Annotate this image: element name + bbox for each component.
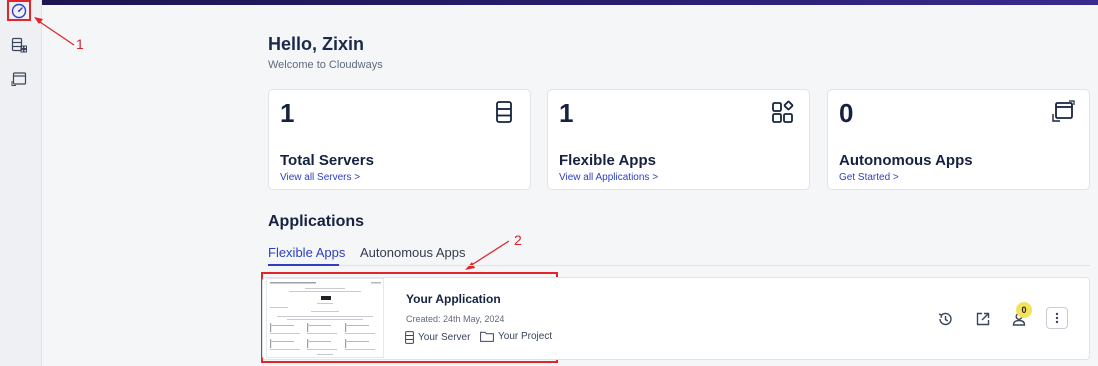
application-thumbnail[interactable] bbox=[266, 278, 384, 358]
external-link-icon bbox=[976, 312, 990, 326]
page-title: Hello, Zixin bbox=[268, 34, 365, 54]
sidebar bbox=[0, 0, 42, 366]
tab-flexible-apps[interactable]: Flexible Apps bbox=[268, 245, 345, 260]
site-preview-image bbox=[267, 279, 383, 357]
history-icon bbox=[938, 312, 952, 326]
folder-icon bbox=[480, 331, 494, 342]
window-icon bbox=[11, 72, 27, 86]
annotation-label-2: 2 bbox=[514, 232, 522, 248]
stat-label: Flexible Apps bbox=[559, 152, 656, 169]
annotation-box-1 bbox=[7, 0, 31, 21]
more-options-button[interactable] bbox=[1046, 307, 1068, 329]
server-grid-icon bbox=[11, 37, 27, 53]
view-all-servers-link[interactable]: View all Servers > bbox=[280, 172, 360, 183]
stat-count: 0 bbox=[839, 98, 854, 128]
application-server-link[interactable]: Your Server bbox=[405, 331, 470, 344]
application-row[interactable] bbox=[262, 277, 1090, 360]
stat-count: 1 bbox=[280, 98, 295, 128]
application-created-date: Created: 24th May, 2024 bbox=[406, 314, 505, 324]
stat-label: Total Servers bbox=[280, 152, 374, 169]
stat-card-flexible-apps: 1 Flexible Apps View all Applications > bbox=[547, 89, 810, 190]
sidebar-item-applications[interactable] bbox=[9, 69, 29, 89]
application-project-link[interactable]: Your Project bbox=[480, 331, 552, 342]
stat-label: Autonomous Apps bbox=[839, 152, 973, 169]
application-name[interactable]: Your Application bbox=[406, 292, 501, 306]
application-server-label: Your Server bbox=[418, 332, 471, 343]
kebab-menu-icon bbox=[1055, 312, 1059, 324]
view-all-applications-link[interactable]: View all Applications > bbox=[559, 172, 658, 183]
stat-count: 1 bbox=[559, 98, 574, 128]
active-tab-indicator bbox=[268, 264, 339, 266]
get-started-link[interactable]: Get Started > bbox=[839, 172, 899, 183]
history-button[interactable] bbox=[935, 309, 955, 329]
open-app-button[interactable] bbox=[973, 309, 993, 329]
team-count-badge: 0 bbox=[1016, 302, 1032, 318]
tabs-divider bbox=[268, 265, 1090, 266]
server-icon bbox=[496, 101, 512, 123]
page-subtitle: Welcome to Cloudways bbox=[268, 59, 383, 71]
apps-grid-icon bbox=[772, 100, 794, 123]
stat-card-servers: 1 Total Servers View all Servers > bbox=[268, 89, 531, 190]
applications-heading: Applications bbox=[268, 213, 365, 230]
annotation-label-1: 1 bbox=[76, 36, 84, 52]
server-icon bbox=[405, 331, 414, 344]
tab-autonomous-apps[interactable]: Autonomous Apps bbox=[360, 245, 466, 260]
top-bar bbox=[42, 0, 1098, 5]
autonomous-window-icon bbox=[1052, 100, 1075, 122]
stat-card-autonomous-apps: 0 Autonomous Apps Get Started > bbox=[827, 89, 1090, 190]
application-project-label: Your Project bbox=[498, 331, 553, 342]
sidebar-item-servers[interactable] bbox=[9, 35, 29, 55]
